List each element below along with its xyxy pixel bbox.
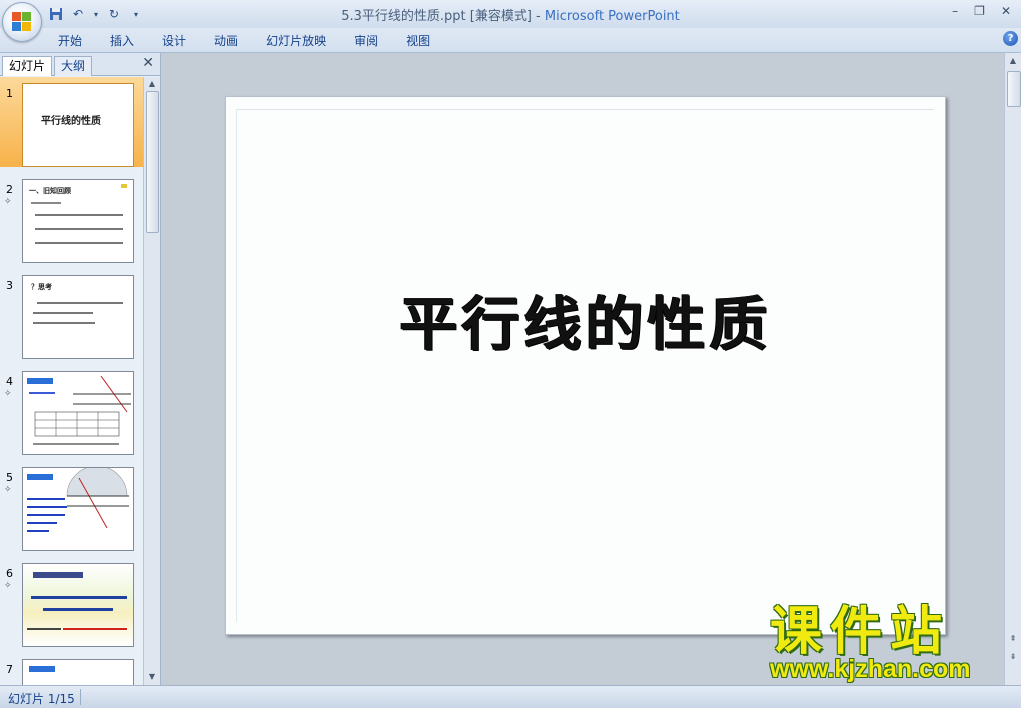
scroll-up-icon[interactable]: ▲ — [1007, 55, 1019, 67]
scroll-up-icon[interactable]: ▲ — [146, 78, 158, 90]
slide-preview — [22, 563, 134, 647]
tab-view[interactable]: 视图 — [406, 32, 444, 49]
close-window-icon[interactable]: ✕ — [1001, 4, 1011, 18]
previous-slide-icon[interactable]: ⇞ — [1007, 633, 1019, 645]
restore-icon[interactable]: ❐ — [974, 4, 985, 18]
slide-title[interactable]: 平行线的性质 — [226, 277, 945, 361]
slide-thumbnail-4[interactable]: 4 ✧ — [0, 365, 143, 455]
slide-preview — [22, 371, 134, 455]
status-bar: 幻灯片 1/15 — [0, 685, 1021, 708]
animation-icon: ✧ — [4, 389, 12, 399]
slide-thumbnail-1[interactable]: 1 平行线的性质 — [0, 77, 143, 167]
slide-counter: 幻灯片 1/15 — [8, 692, 75, 706]
slide-thumbnail-7[interactable]: 7 — [0, 653, 143, 685]
pane-tabs: 幻灯片 大纲 ✕ — [0, 53, 160, 76]
status-separator — [80, 689, 81, 705]
thumbnail-title: 平行线的性质 — [41, 116, 101, 127]
slide-thumbnail-5[interactable]: 5 ✧ — [0, 461, 143, 551]
animation-icon: ✧ — [4, 581, 12, 591]
slide-number: 2 — [6, 183, 13, 196]
window-title: 5.3平行线的性质.ppt [兼容模式] - Microsoft PowerPo… — [0, 5, 1021, 24]
slide-number: 7 — [6, 663, 13, 676]
scroll-thumb[interactable] — [1007, 71, 1021, 107]
slide-preview — [22, 467, 134, 551]
slide-thumbnail-3[interactable]: 3 ？思考 — [0, 269, 143, 359]
thumbnail-title: ？思考 — [31, 283, 52, 291]
watermark-title: 课件站 — [770, 602, 951, 662]
tab-insert[interactable]: 插入 — [110, 32, 148, 49]
slide-editing-area: 平行线的性质 — [164, 53, 1004, 685]
ribbon-tab-bar: 开始 插入 设计 动画 幻灯片放映 审阅 视图 ? — [0, 28, 1021, 53]
slide-number: 3 — [6, 279, 13, 292]
slide-border-decoration — [236, 109, 934, 622]
watermark-url: www.kjzhan.com — [770, 655, 971, 683]
slide-scrollbar[interactable]: ▲ ⇞ ⇟ — [1004, 53, 1021, 685]
thumbnails-scrollbar[interactable]: ▲ ▼ — [143, 77, 160, 685]
office-button[interactable] — [2, 2, 42, 42]
slide-preview: 一、旧知回顾 — [22, 179, 134, 263]
tab-design[interactable]: 设计 — [162, 32, 200, 49]
window-controls: – ❐ ✕ — [952, 4, 1011, 18]
slide-preview: ？思考 — [22, 275, 134, 359]
slide-preview — [22, 659, 134, 685]
tab-slideshow[interactable]: 幻灯片放映 — [266, 32, 340, 49]
slide-number: 4 — [6, 375, 13, 388]
animation-icon: ✧ — [4, 485, 12, 495]
tab-animations[interactable]: 动画 — [214, 32, 252, 49]
thumbnail-title: 一、旧知回顾 — [29, 187, 71, 195]
office-logo-icon — [12, 12, 32, 32]
title-bar: ↶ ▾ ↻ ▾ 5.3平行线的性质.ppt [兼容模式] - Microsoft… — [0, 0, 1021, 42]
tab-home[interactable]: 开始 — [58, 32, 96, 49]
app-name: Microsoft PowerPoint — [544, 9, 680, 24]
slide-thumbnail-6[interactable]: 6 ✧ — [0, 557, 143, 647]
animation-icon: ✧ — [4, 197, 12, 207]
ribbon-tabs: 开始 插入 设计 动画 幻灯片放映 审阅 视图 — [58, 32, 458, 49]
tab-slides[interactable]: 幻灯片 — [2, 56, 53, 76]
title-separator: - — [531, 9, 545, 24]
document-title: 5.3平行线的性质.ppt [兼容模式] — [341, 9, 532, 24]
help-icon[interactable]: ? — [1003, 31, 1018, 46]
next-slide-icon[interactable]: ⇟ — [1007, 651, 1019, 663]
slide-number: 6 — [6, 567, 13, 580]
watermark-logo: 课件站 www.kjzhan.com — [770, 606, 1002, 682]
scroll-thumb[interactable] — [146, 91, 159, 233]
slide-thumbnails: 1 平行线的性质 2 ✧ 一、旧知回顾 3 ？思考 4 ✧ 5 ✧ 6 ✧ 7 — [0, 77, 143, 685]
slide-preview: 平行线的性质 — [22, 83, 134, 167]
scroll-down-icon[interactable]: ▼ — [146, 671, 158, 683]
slide-number: 1 — [6, 87, 13, 100]
current-slide[interactable]: 平行线的性质 — [225, 96, 946, 635]
slides-pane: 幻灯片 大纲 ✕ 1 平行线的性质 2 ✧ 一、旧知回顾 3 ？思考 4 ✧ 5… — [0, 53, 161, 685]
tab-outline[interactable]: 大纲 — [54, 56, 93, 76]
minimize-icon[interactable]: – — [952, 4, 958, 18]
slide-thumbnail-2[interactable]: 2 ✧ 一、旧知回顾 — [0, 173, 143, 263]
slide-number: 5 — [6, 471, 13, 484]
close-pane-icon[interactable]: ✕ — [142, 55, 154, 71]
tab-review[interactable]: 审阅 — [354, 32, 392, 49]
